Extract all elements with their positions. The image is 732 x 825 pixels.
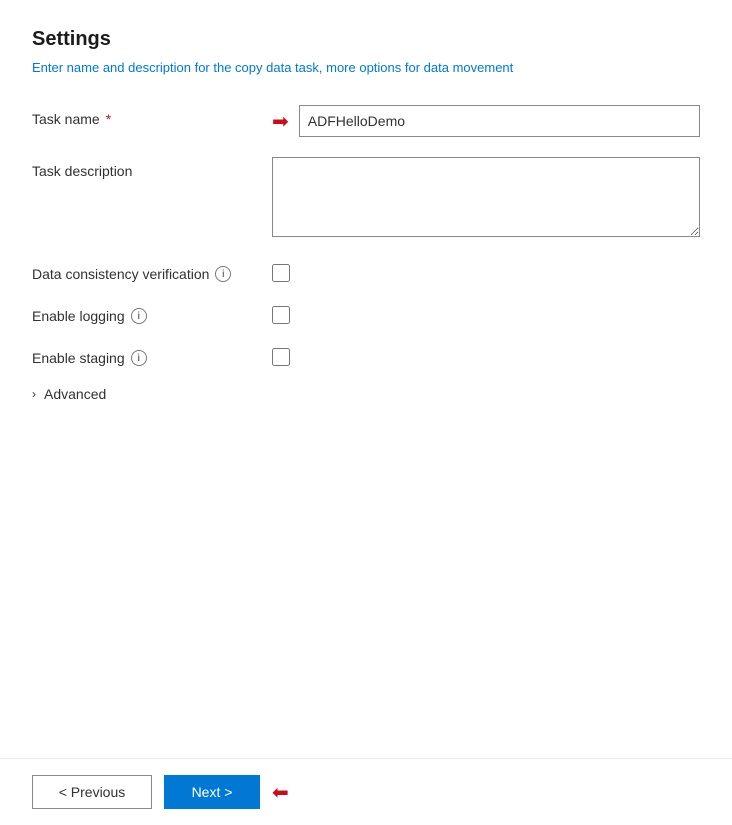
enable-logging-checkbox-wrapper [272,302,290,324]
data-consistency-checkbox-wrapper [272,260,290,282]
enable-logging-label: Enable logging i [32,302,272,324]
enable-logging-row: Enable logging i [32,302,700,324]
task-description-input-area [272,157,700,240]
task-name-arrow-icon: ➡ [272,109,289,134]
enable-logging-info-icon[interactable]: i [131,308,147,324]
enable-staging-label: Enable staging i [32,344,272,366]
enable-staging-info-icon[interactable]: i [131,350,147,366]
main-content: Settings Enter name and description for … [0,0,732,758]
task-description-input[interactable] [272,157,700,237]
data-consistency-row: Data consistency verification i [32,260,700,282]
task-description-row: Task description [32,157,700,240]
next-arrow-icon: ⬅ [272,780,289,805]
page-subtitle: Enter name and description for the copy … [32,59,700,77]
data-consistency-label: Data consistency verification i [32,260,272,282]
task-name-control-wrapper: ➡ [272,105,700,137]
task-name-input[interactable] [299,105,700,137]
enable-staging-checkbox-wrapper [272,344,290,366]
advanced-label: Advanced [44,386,106,402]
task-description-label: Task description [32,157,272,179]
previous-button[interactable]: < Previous [32,775,152,809]
next-button[interactable]: Next > [164,775,260,809]
page-title: Settings [32,28,700,51]
task-name-row: Task name * ➡ [32,105,700,137]
required-marker: * [106,111,111,127]
enable-staging-checkbox[interactable] [272,348,290,366]
data-consistency-checkbox[interactable] [272,264,290,282]
task-name-label: Task name * [32,105,272,127]
data-consistency-info-icon[interactable]: i [215,266,231,282]
footer: < Previous Next > ⬅ [0,759,732,825]
enable-logging-checkbox[interactable] [272,306,290,324]
enable-staging-row: Enable staging i [32,344,700,366]
advanced-chevron-icon: › [32,387,36,401]
task-name-input-area [299,105,700,137]
advanced-row[interactable]: › Advanced [32,386,700,402]
